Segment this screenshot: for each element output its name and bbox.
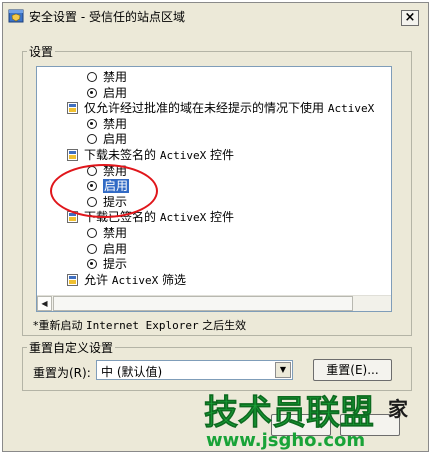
radio-unchecked-icon[interactable] — [87, 196, 97, 207]
radio-option[interactable]: 禁用 — [87, 69, 127, 85]
setting-heading: 允许 ActiveX 筛选 — [67, 272, 186, 288]
setting-heading-tail: 筛选 — [158, 272, 187, 287]
radio-option-label: 提示 — [103, 194, 128, 209]
reset-to-label: 重置为(R): — [33, 366, 91, 380]
setting-heading-activex: ActiveX — [327, 102, 375, 116]
setting-heading: 下载未签名的 ActiveX 控件 — [67, 147, 234, 163]
setting-heading-activex: ActiveX — [159, 149, 207, 162]
reset-group-label: 重置自定义设置 — [27, 339, 116, 356]
setting-page-icon — [67, 149, 78, 161]
radio-option-label: 禁用 — [103, 163, 128, 178]
radio-option-label: 启用 — [103, 132, 128, 147]
close-icon: × — [404, 10, 416, 25]
ok-button[interactable] — [271, 414, 331, 436]
setting-page-icon — [67, 273, 78, 286]
horizontal-scrollbar[interactable]: ◀ ▶ — [37, 295, 392, 311]
security-settings-dialog: 安全设置 - 受信任的站点区域 × 设置 禁用 启用 仅允许经过批准的域在未经提示的… — [2, 2, 429, 452]
radio-checked-icon[interactable] — [87, 118, 97, 129]
close-button[interactable]: × — [401, 10, 419, 26]
radio-option-label: 提示 — [103, 257, 128, 272]
settings-group-label: 设置 — [27, 43, 56, 60]
setting-heading: 下载已签名的 ActiveX 控件 — [67, 209, 234, 225]
setting-page-icon — [67, 211, 78, 224]
radio-unchecked-icon[interactable] — [87, 165, 97, 176]
radio-option[interactable]: 禁用 — [87, 225, 127, 241]
reset-level-value: 中 (默认值) — [101, 365, 163, 379]
setting-heading-text: 下载未签名的 — [84, 148, 160, 162]
note-browser-name: Internet Explorer — [86, 319, 199, 332]
reset-button[interactable]: 重置(E)... — [313, 359, 392, 381]
radio-unchecked-icon[interactable] — [87, 134, 97, 145]
setting-heading-text: 下载已签名的 — [84, 210, 160, 225]
window-title: 安全设置 - 受信任的站点区域 — [29, 10, 185, 24]
setting-heading-text: 允许 — [84, 272, 112, 287]
radio-option[interactable]: 启用 — [87, 131, 127, 147]
scroll-right-button[interactable]: ▶ — [391, 296, 392, 311]
radio-option[interactable]: 提示 — [87, 256, 127, 272]
radio-option-label: 启用 — [103, 85, 128, 100]
radio-option[interactable]: 启用 — [87, 178, 130, 194]
radio-checked-icon[interactable] — [87, 87, 97, 98]
setting-heading-tail: 控件 — [206, 148, 235, 162]
security-shield-icon — [8, 9, 24, 23]
chevron-down-icon[interactable]: ▼ — [275, 362, 291, 378]
radio-unchecked-icon[interactable] — [87, 72, 97, 82]
setting-heading-activex: ActiveX — [159, 211, 207, 225]
setting-heading: 仅允许经过批准的域在未经提示的情况下使用 ActiveX — [67, 100, 374, 116]
title-bar[interactable]: 安全设置 - 受信任的站点区域 × — [3, 3, 428, 29]
setting-heading-text: 仅允许经过批准的域在未经提示的情况下使用 — [84, 101, 328, 116]
radio-unchecked-icon[interactable] — [87, 228, 97, 238]
setting-page-icon — [67, 102, 78, 115]
radio-option-label: 启用 — [103, 179, 130, 194]
radio-option[interactable]: 启用 — [87, 85, 127, 101]
cancel-button[interactable] — [340, 414, 400, 436]
radio-option[interactable]: 禁用 — [87, 116, 127, 132]
radio-option-label: 禁用 — [103, 70, 128, 84]
radio-option-label: 禁用 — [103, 226, 128, 240]
radio-option[interactable]: 禁用 — [87, 163, 127, 179]
setting-heading-activex: ActiveX — [111, 273, 159, 287]
radio-option-label: 禁用 — [103, 116, 128, 131]
setting-heading-tail: 控件 — [206, 210, 235, 225]
radio-checked-icon[interactable] — [87, 181, 97, 192]
radio-checked-icon[interactable] — [87, 259, 97, 270]
radio-option-label: 启用 — [103, 241, 128, 256]
radio-option[interactable]: 启用 — [87, 241, 127, 257]
reset-level-select[interactable]: 中 (默认值) ▼ — [96, 360, 293, 380]
note-suffix: 之后生效 — [198, 319, 247, 332]
settings-listbox[interactable]: 禁用 启用 仅允许经过批准的域在未经提示的情况下使用 ActiveX 禁用 启用 下载未签… — [36, 66, 392, 312]
radio-option[interactable]: 提示 — [87, 194, 127, 210]
horizontal-scroll-thumb[interactable] — [53, 296, 353, 311]
restart-note: *重新启动 Internet Explorer 之后生效 — [33, 317, 246, 333]
note-prefix: *重新启动 — [33, 319, 86, 332]
scroll-left-button[interactable]: ◀ — [37, 296, 52, 311]
radio-unchecked-icon[interactable] — [87, 243, 97, 254]
